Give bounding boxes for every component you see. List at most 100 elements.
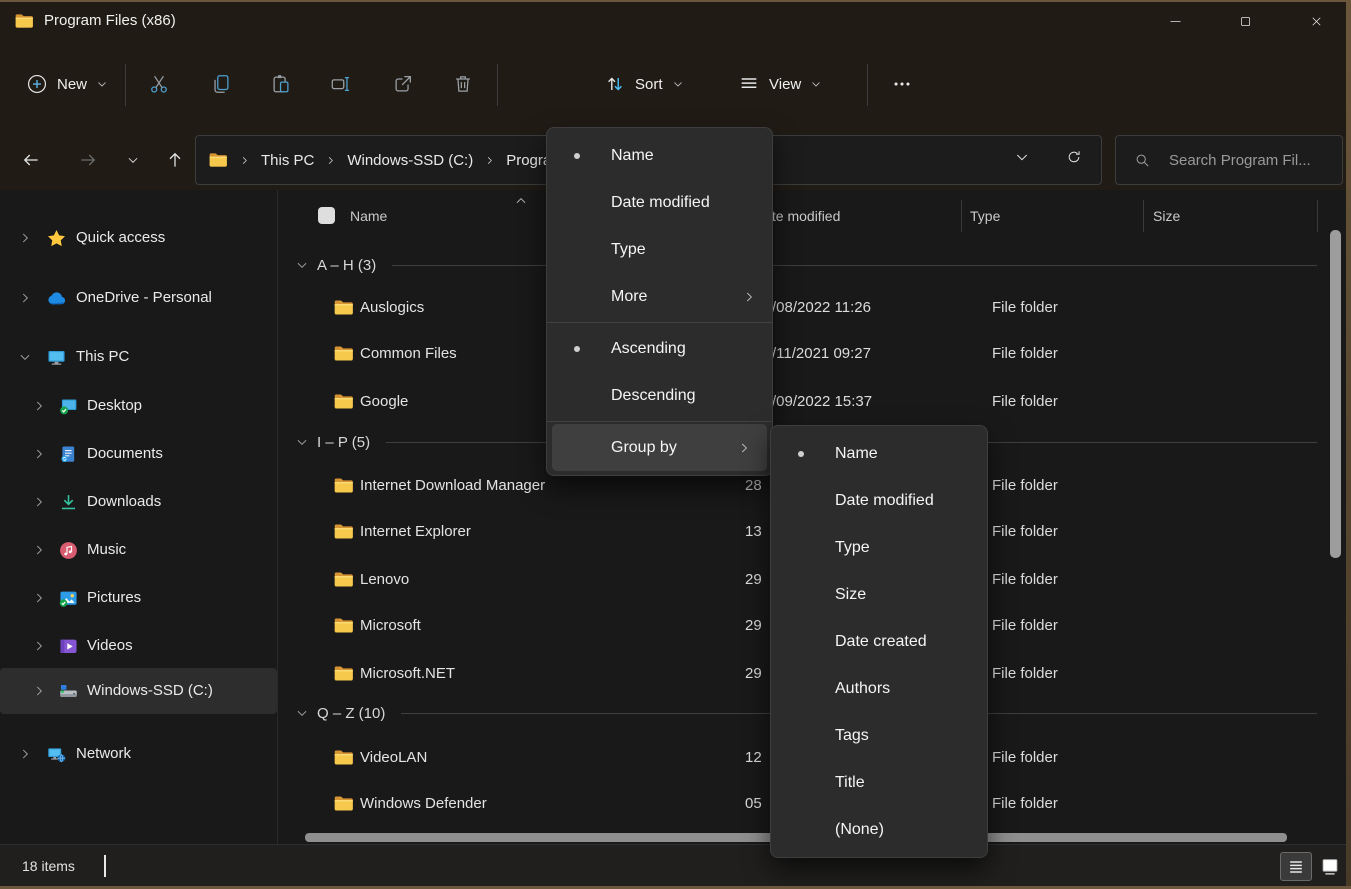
sidebar-item-this-pc[interactable]: This PC	[0, 338, 277, 376]
file-name: VideoLAN	[360, 734, 427, 781]
chevron-down-icon	[295, 258, 309, 272]
view-button[interactable]: View	[738, 60, 822, 108]
see-more-button[interactable]	[880, 60, 924, 108]
refresh-button[interactable]	[1066, 149, 1090, 173]
menu-item-group-by[interactable]: Group by	[552, 424, 767, 471]
folder-icon	[14, 11, 34, 31]
file-name: Windows Defender	[360, 780, 487, 827]
submenu-item-date-created[interactable]: Date created	[771, 618, 987, 665]
file-row[interactable]: Google /09/2022 15:37 File folder	[278, 378, 1351, 425]
menu-item-ascending[interactable]: Ascending	[547, 325, 772, 372]
chevron-right-icon[interactable]	[32, 495, 46, 509]
menu-item-type[interactable]: Type	[547, 226, 772, 273]
column-header-name[interactable]: Name	[350, 196, 387, 236]
details-view-button[interactable]	[1280, 852, 1312, 881]
minimize-button[interactable]	[1152, 0, 1198, 42]
sidebar-item-desktop[interactable]: Desktop	[0, 387, 277, 425]
sidebar-item-label: OneDrive - Personal	[76, 279, 212, 317]
chevron-right-icon[interactable]	[32, 543, 46, 557]
file-row[interactable]: Auslogics /08/2022 11:26 File folder	[278, 284, 1351, 331]
copy-button[interactable]	[199, 60, 243, 108]
file-row[interactable]: Common Files /11/2021 09:27 File folder	[278, 330, 1351, 377]
submenu-item-none[interactable]: (None)	[771, 806, 987, 853]
selected-bullet-icon	[574, 346, 580, 352]
menu-item-date-modified[interactable]: Date modified	[547, 179, 772, 226]
submenu-item-date-modified[interactable]: Date modified	[771, 477, 987, 524]
up-button[interactable]	[160, 145, 190, 175]
menu-item-label: Date modified	[835, 492, 934, 510]
menu-item-label: Date created	[835, 633, 927, 651]
submenu-item-title[interactable]: Title	[771, 759, 987, 806]
search-box[interactable]	[1115, 135, 1343, 185]
large-thumbnails-view-button[interactable]	[1314, 852, 1346, 881]
chevron-down-icon[interactable]	[18, 350, 32, 364]
sidebar-item-label: Windows-SSD (C:)	[87, 668, 213, 714]
items-count: 18 items	[22, 845, 75, 887]
documents-icon	[58, 444, 79, 465]
menu-item-label: Name	[835, 445, 878, 463]
menu-item-more[interactable]: More	[547, 273, 772, 320]
cut-button[interactable]	[137, 60, 181, 108]
sidebar-item-windows-ssd[interactable]: Windows-SSD (C:)	[0, 668, 277, 714]
breadcrumb-drive[interactable]: Windows-SSD (C:)	[347, 152, 473, 169]
new-button[interactable]: New	[26, 60, 108, 108]
sidebar-item-quick-access[interactable]: Quick access	[0, 219, 277, 257]
submenu-item-authors[interactable]: Authors	[771, 665, 987, 712]
column-divider[interactable]	[1143, 200, 1144, 232]
chevron-right-icon[interactable]	[32, 447, 46, 461]
maximize-button[interactable]	[1222, 0, 1268, 42]
chevron-right-icon[interactable]	[18, 291, 32, 305]
sidebar-item-videos[interactable]: Videos	[0, 627, 277, 665]
delete-button[interactable]	[441, 60, 485, 108]
paste-button[interactable]	[259, 60, 303, 108]
folder-icon	[333, 475, 354, 496]
back-button[interactable]	[16, 145, 46, 175]
select-all-checkbox[interactable]	[318, 207, 335, 224]
share-button[interactable]	[381, 60, 425, 108]
column-header-size[interactable]: Size	[1153, 196, 1180, 236]
sidebar-item-pictures[interactable]: Pictures	[0, 579, 277, 617]
videos-icon	[58, 636, 79, 657]
share-icon	[392, 73, 414, 95]
vertical-scrollbar-thumb[interactable]	[1330, 230, 1341, 558]
sidebar-item-onedrive[interactable]: OneDrive - Personal	[0, 279, 277, 317]
column-header-type[interactable]: Type	[970, 196, 1000, 236]
chevron-right-icon[interactable]	[18, 231, 32, 245]
forward-button[interactable]	[73, 145, 103, 175]
submenu-item-size[interactable]: Size	[771, 571, 987, 618]
file-type: File folder	[992, 378, 1058, 425]
chevron-right-icon[interactable]	[32, 684, 46, 698]
chevron-down-icon	[810, 78, 822, 90]
address-dropdown-button[interactable]	[1014, 149, 1038, 173]
chevron-right-icon[interactable]	[32, 399, 46, 413]
folder-icon	[333, 569, 354, 590]
chevron-right-icon[interactable]	[18, 747, 32, 761]
sort-button[interactable]: Sort	[604, 60, 684, 108]
column-divider[interactable]	[1317, 200, 1318, 232]
sidebar-item-documents[interactable]: Documents	[0, 435, 277, 473]
recent-locations-button[interactable]	[118, 145, 148, 175]
search-input[interactable]	[1167, 151, 1321, 170]
submenu-item-type[interactable]: Type	[771, 524, 987, 571]
sidebar-item-label: Videos	[87, 627, 133, 665]
group-header-a-h[interactable]: A – H (3)	[278, 250, 1351, 280]
submenu-item-tags[interactable]: Tags	[771, 712, 987, 759]
breadcrumb-this-pc[interactable]: This PC	[261, 152, 314, 169]
chevron-right-icon[interactable]	[32, 591, 46, 605]
folder-icon	[333, 663, 354, 684]
menu-item-descending[interactable]: Descending	[547, 372, 772, 419]
close-button[interactable]	[1293, 0, 1339, 42]
sidebar-item-network[interactable]: Network	[0, 735, 277, 773]
column-divider[interactable]	[961, 200, 962, 232]
group-label: Q – Z (10)	[317, 705, 385, 722]
menu-item-name[interactable]: Name	[547, 132, 772, 179]
sidebar-item-downloads[interactable]: Downloads	[0, 483, 277, 521]
sidebar-item-music[interactable]: Music	[0, 531, 277, 569]
submenu-item-name[interactable]: Name	[771, 430, 987, 477]
rename-button[interactable]	[319, 60, 363, 108]
column-header-row: Name Date modified Type Size	[278, 196, 1351, 236]
toolbar-divider	[125, 64, 126, 106]
folder-icon	[333, 793, 354, 814]
menu-item-label: Ascending	[611, 340, 686, 358]
chevron-right-icon[interactable]	[32, 639, 46, 653]
